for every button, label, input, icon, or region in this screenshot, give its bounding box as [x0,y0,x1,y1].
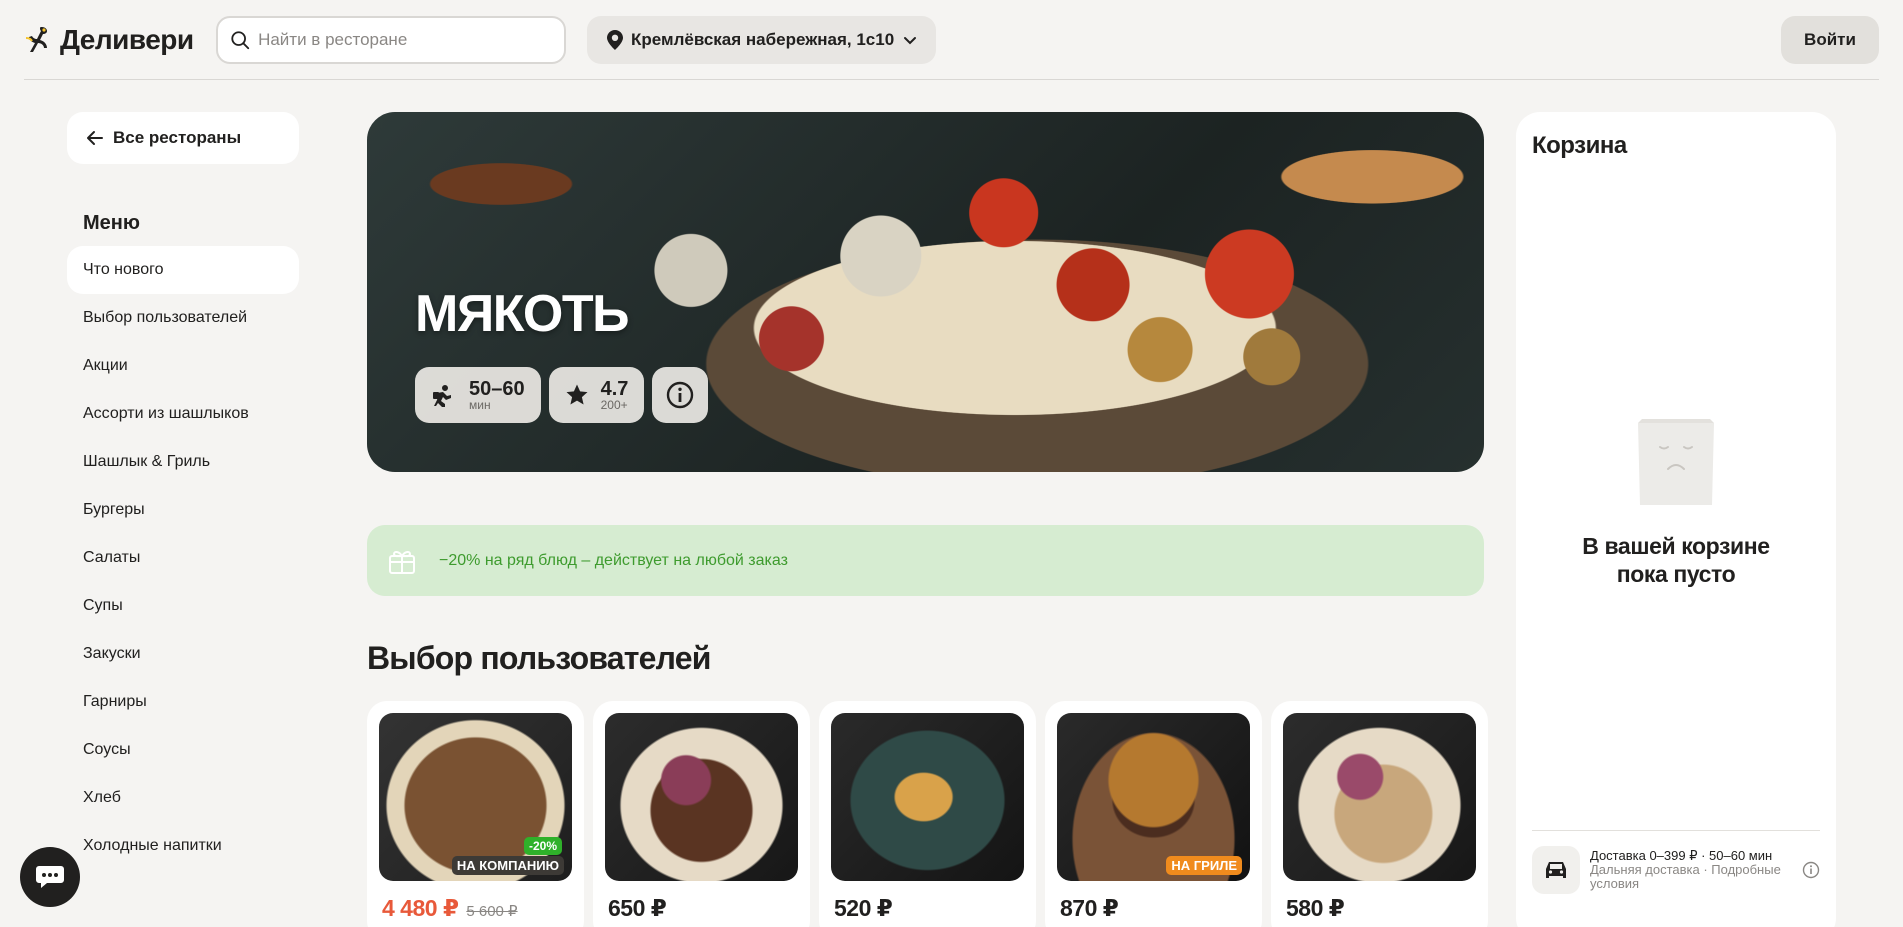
menu-item-snacks[interactable]: Закуски [67,630,299,678]
delivery-time-chip[interactable]: 50–60 мин [415,367,541,423]
product-image: НА ГРИЛЕ [1057,713,1250,881]
restaurant-name: МЯКОТЬ [415,285,630,343]
star-icon [566,384,588,405]
address-text: Кремлёвская набережная, 1с10 [631,29,895,49]
menu-item-sauces[interactable]: Соусы [67,726,299,774]
product-price: 520 ₽ [834,895,893,921]
delivery-main-text: Доставка 0–399 ₽ · 50–60 мин [1590,848,1773,863]
delivery-time-unit: мин [469,398,491,412]
ostrich-logo-icon [25,26,47,52]
menu-item-soups[interactable]: Супы [67,582,299,630]
gift-icon [389,550,415,574]
delivery-icon-box [1532,846,1580,894]
cart-title: Корзина [1532,132,1627,159]
product-image: -20% НА КОМПАНИЮ [379,713,572,881]
menu-item-burgers[interactable]: Бургеры [67,486,299,534]
cart-empty-message: В вашей корзине пока пусто [1516,532,1836,588]
rating-value: 4.7 [600,378,629,400]
courier-icon [433,385,451,407]
delivery-sub-text: Дальняя доставка · Подробные условия [1590,862,1781,891]
menu-item-sides[interactable]: Гарниры [67,678,299,726]
search-box[interactable] [216,15,566,64]
info-icon[interactable] [1802,861,1820,879]
menu-item-cold-drinks[interactable]: Холодные напитки [67,822,299,870]
product-price: 580 ₽ [1286,895,1345,921]
address-selector[interactable]: Кремлёвская набережная, 1с10 [587,15,937,64]
cart-empty-line2: пока пусто [1616,561,1736,587]
product-image [605,713,798,881]
all-restaurants-label: Все рестораны [113,128,242,147]
location-pin-icon [607,29,623,50]
search-input[interactable] [258,29,552,50]
header: Деливери Кремлёвская набережная, 1с10 Во… [24,0,1879,80]
product-price: 650 ₽ [608,895,667,921]
cart-empty-line1: В вашей корзине [1582,533,1770,559]
product-image [831,713,1024,881]
product-tag-badge: НА КОМПАНИЮ [451,856,564,875]
cart-divider [1532,830,1820,831]
menu-item-users-choice[interactable]: Выбор пользователей [67,294,299,342]
product-image [1283,713,1476,881]
menu-item-shashlik-assorti[interactable]: Ассорти из шашлыков [67,390,299,438]
product-price: 4 480 ₽ 5 600 ₽ [379,895,572,922]
product-card[interactable]: НА ГРИЛЕ 870 ₽ [1045,701,1262,927]
delivery-time-value: 50–60 [469,378,525,400]
cart-panel: Корзина В вашей корзине пока пусто Доста… [1516,112,1836,927]
rating-chip[interactable]: 4.7 200+ [548,367,645,423]
delivery-info[interactable]: Доставка 0–399 ₽ · 50–60 мин Дальняя дос… [1532,846,1820,894]
rating-count: 200+ [600,398,628,412]
menu-item-salads[interactable]: Салаты [67,534,299,582]
restaurant-hero-banner: МЯКОТЬ 50–60 мин 4.7 200+ [367,112,1484,472]
logo-text: Деливери [60,23,194,55]
promo-banner[interactable]: −20% на ряд блюд – действует на любой за… [367,525,1484,596]
product-price: 870 ₽ [1060,895,1119,921]
delivery-text: Доставка 0–399 ₽ · 50–60 мин Дальняя дос… [1590,849,1792,891]
chevron-down-icon [904,36,917,44]
promo-text: −20% на ряд блюд – действует на любой за… [439,551,788,569]
info-icon [667,381,694,409]
menu-title: Меню [83,212,140,234]
arrow-left-icon [87,131,103,145]
search-icon [231,30,250,49]
old-price: 5 600 ₽ [466,903,518,920]
product-card[interactable]: 650 ₽ [593,701,810,927]
menu-item-promotions[interactable]: Акции [67,342,299,390]
all-restaurants-button[interactable]: Все рестораны [67,112,299,164]
section-title: Выбор пользователей [367,640,711,676]
discount-badge: -20% [523,837,562,855]
menu-item-whats-new[interactable]: Что нового [67,246,299,294]
support-chat-button[interactable] [20,847,80,907]
chat-bubble-icon [36,866,64,888]
menu-item-shashlik-grill[interactable]: Шашлык & Гриль [67,438,299,486]
sale-price: 4 480 ₽ [382,895,459,921]
empty-bag-icon [1638,419,1714,505]
restaurant-info-chips: 50–60 мин 4.7 200+ [415,367,709,423]
product-card[interactable]: 520 ₽ [819,701,1036,927]
product-card[interactable]: 580 ₽ [1271,701,1488,927]
menu-item-bread[interactable]: Хлеб [67,774,299,822]
menu-list: Что нового Выбор пользователей Акции Асс… [67,246,299,870]
login-button[interactable]: Войти [1781,15,1879,64]
car-icon [1546,862,1566,878]
logo[interactable]: Деливери [24,24,216,56]
product-tag-badge: НА ГРИЛЕ [1166,856,1242,875]
restaurant-info-button[interactable] [652,367,709,423]
product-card[interactable]: -20% НА КОМПАНИЮ 4 480 ₽ 5 600 ₽ [367,701,584,927]
product-list: -20% НА КОМПАНИЮ 4 480 ₽ 5 600 ₽ 650 ₽ 5… [367,701,1488,927]
